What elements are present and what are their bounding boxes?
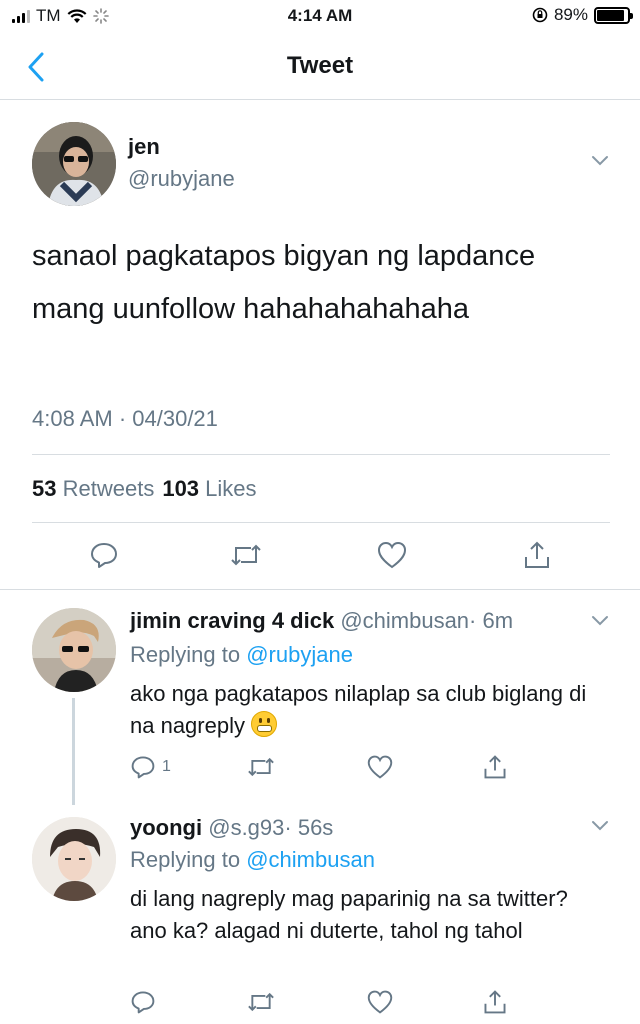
orientation-lock-icon (532, 7, 548, 23)
share-button[interactable] (482, 754, 508, 780)
likes-label: Likes (205, 476, 257, 501)
reply-time: · 6m (469, 608, 514, 633)
author-handle[interactable]: @rubyjane (128, 166, 235, 192)
avatar[interactable] (32, 608, 116, 692)
like-button[interactable] (366, 989, 394, 1015)
like-button[interactable] (366, 754, 394, 780)
share-icon (484, 990, 506, 1014)
reply-count: 1 (162, 758, 171, 775)
share-button[interactable] (482, 989, 508, 1015)
reply-text: ako nga pagkatapos nilaplap sa club bigl… (130, 678, 610, 742)
page-title: Tweet (286, 52, 354, 79)
reply-tweet[interactable]: jimin craving 4 dick @chimbusan· 6m Repl… (0, 590, 640, 805)
tweet-text: sanaol pagkatapos bigyan ng lapdance man… (32, 240, 536, 325)
author-handle[interactable]: @s.g93 (208, 815, 284, 840)
share-icon (525, 541, 549, 568)
author-name[interactable]: jen (128, 134, 160, 160)
divider (32, 522, 610, 523)
heart-icon (367, 990, 393, 1014)
share-icon (484, 755, 506, 779)
reply-text-content: ako nga pagkatapos nilaplap sa club bigl… (130, 681, 587, 738)
retweets-label: Retweets (62, 476, 155, 501)
status-right: 89% (532, 5, 633, 25)
replying-prefix: Replying to (130, 642, 241, 667)
author-name[interactable]: jimin craving 4 dick (130, 608, 334, 633)
replying-to-link[interactable]: @rubyjane (246, 642, 353, 667)
likes-count: 103 (162, 476, 200, 501)
divider (32, 454, 610, 455)
share-button[interactable] (522, 540, 552, 570)
retweet-icon (248, 757, 274, 777)
reply-header: yoongi @s.g93· 56s (130, 815, 333, 841)
retweet-icon (248, 992, 274, 1012)
status-bar: TM 4:14 AM 89% (0, 0, 640, 34)
main-tweet: jen @rubyjane sanaol pagkatapos bigyan n… (0, 100, 640, 590)
chevron-down-icon[interactable] (590, 819, 610, 833)
chevron-down-icon[interactable] (590, 154, 610, 168)
heart-icon (367, 755, 393, 779)
tweet-timestamp: 4:08 AM · 04/30/21 (32, 406, 218, 431)
reply-button[interactable]: 1 (130, 754, 171, 780)
reply-text: di lang nagreply mag paparinig na sa twi… (130, 886, 568, 943)
battery-icon (594, 6, 633, 24)
tweet-actions (0, 540, 640, 580)
likes-stat[interactable]: 103 Likes (162, 476, 256, 502)
retweet-button[interactable] (246, 989, 276, 1015)
heart-icon (377, 541, 407, 569)
retweet-icon (231, 544, 261, 566)
replying-to: Replying to @rubyjane (130, 642, 353, 668)
replying-to-link[interactable]: @chimbusan (246, 847, 375, 872)
reply-tweet[interactable]: yoongi @s.g93· 56s Replying to @chimbusa… (0, 805, 640, 1024)
avatar[interactable] (32, 817, 116, 901)
replying-to: Replying to @chimbusan (130, 847, 375, 873)
reply-time: · 56s (284, 815, 334, 840)
reply-header: jimin craving 4 dick @chimbusan· 6m (130, 608, 513, 634)
grimacing-face-emoji-icon (251, 711, 278, 737)
reply-icon (91, 543, 117, 568)
chevron-down-icon[interactable] (590, 614, 610, 628)
author-name[interactable]: yoongi (130, 815, 202, 840)
thread-line (72, 698, 75, 805)
reply-button[interactable] (130, 989, 162, 1015)
reply-icon (131, 991, 155, 1014)
author-handle[interactable]: @chimbusan (340, 608, 469, 633)
battery-percent: 89% (553, 5, 588, 24)
reply-icon (131, 756, 155, 779)
avatar[interactable] (32, 122, 116, 206)
retweet-button[interactable] (229, 540, 263, 570)
tweet-stats: 53 Retweets 103 Likes (32, 476, 257, 502)
reply-button[interactable] (89, 540, 119, 570)
replying-prefix: Replying to (130, 847, 241, 872)
nav-bar: Tweet (0, 34, 640, 100)
retweet-button[interactable] (246, 754, 276, 780)
retweets-count: 53 (32, 476, 57, 501)
like-button[interactable] (376, 540, 408, 570)
retweets-stat[interactable]: 53 Retweets (32, 476, 154, 502)
